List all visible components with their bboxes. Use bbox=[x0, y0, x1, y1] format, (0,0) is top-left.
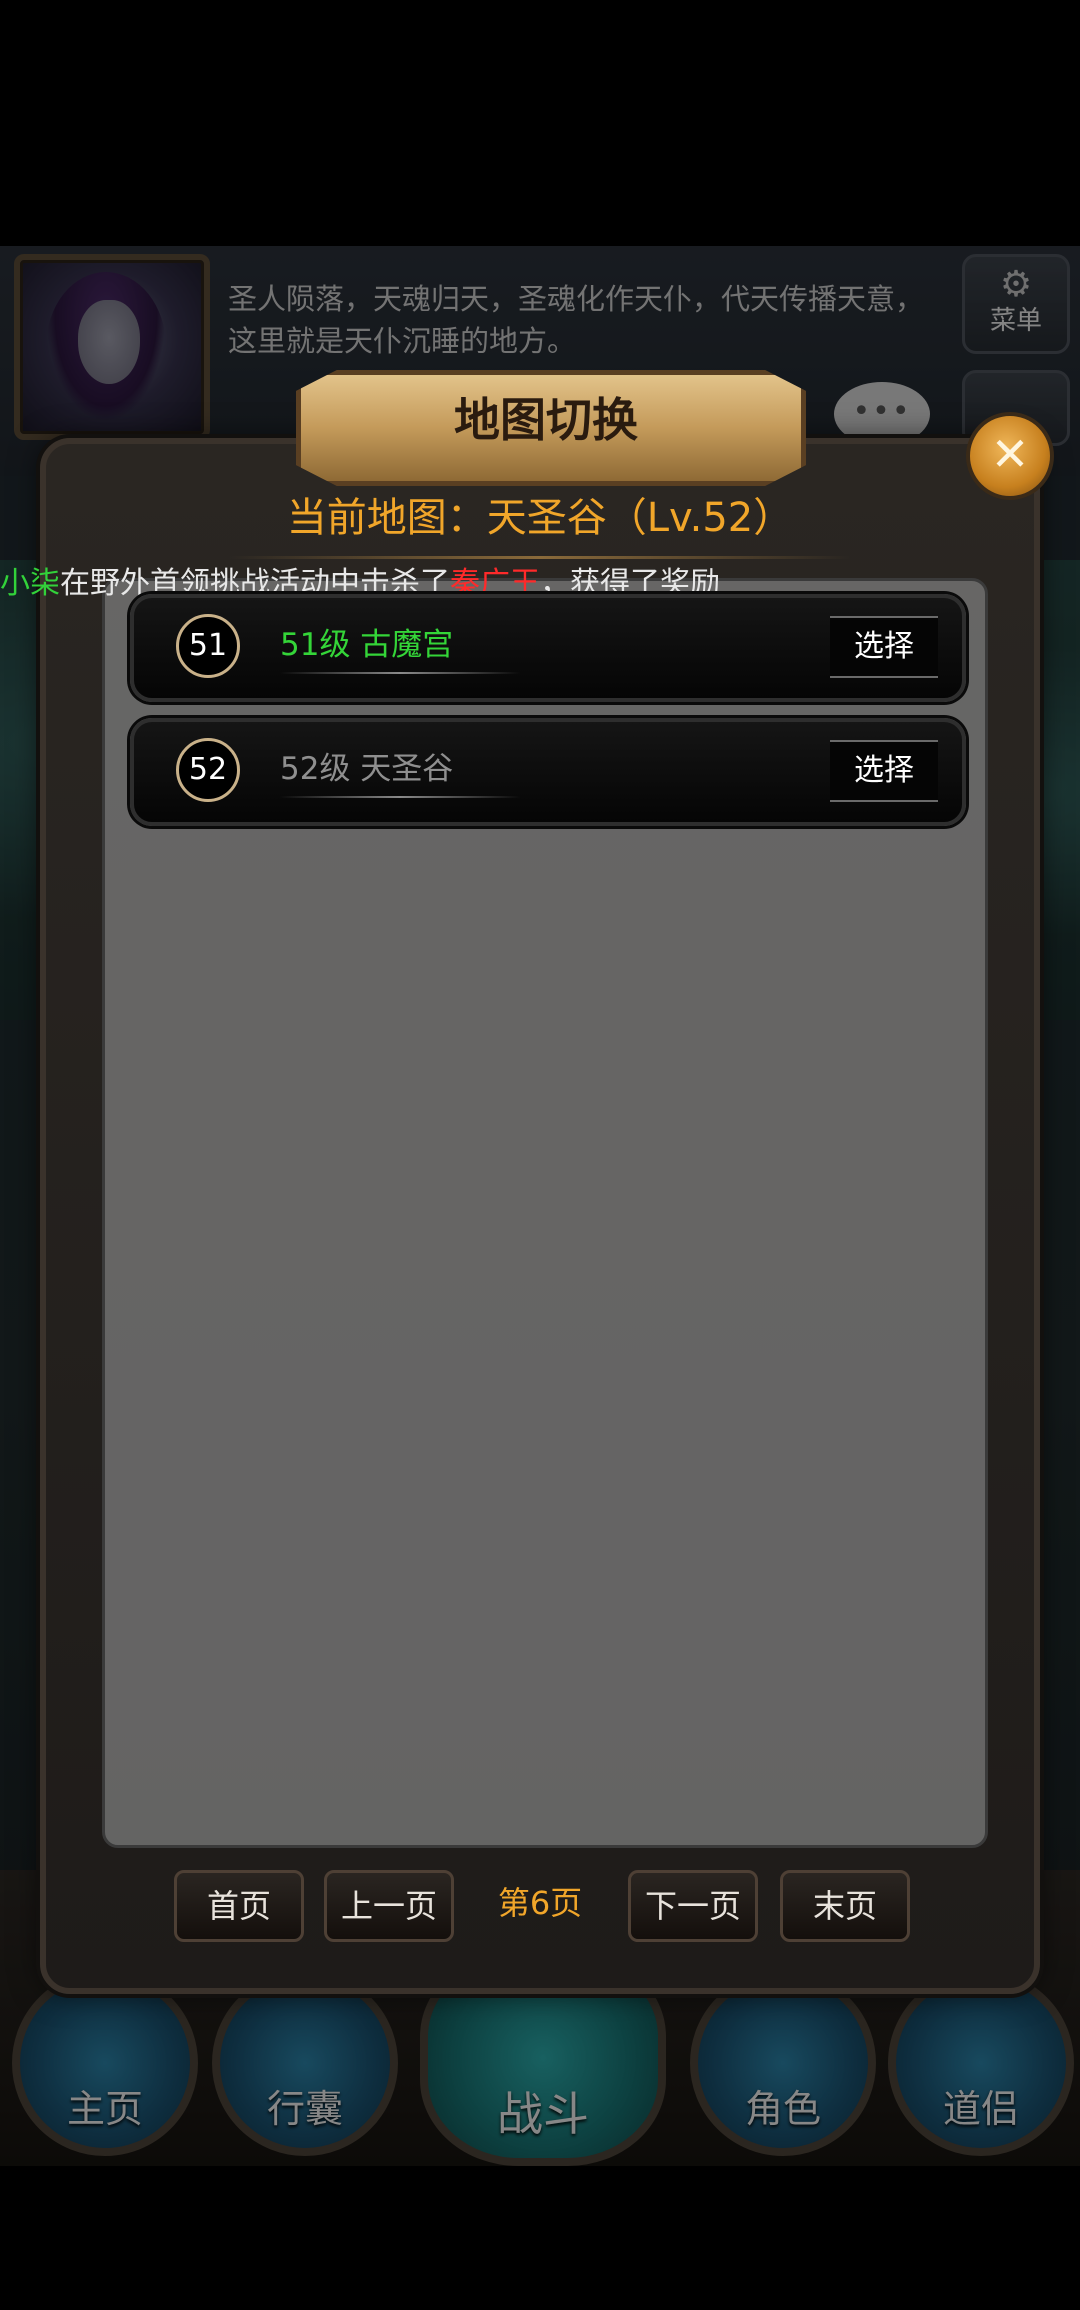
select-button[interactable]: 选择 bbox=[830, 616, 938, 678]
current-map-label: 当前地图：天圣谷（Lv.52） bbox=[286, 495, 794, 541]
map-row: 51 51级 古魔宫 选择 bbox=[130, 594, 966, 702]
select-button[interactable]: 选择 bbox=[830, 740, 938, 802]
level-badge: 51 bbox=[176, 614, 240, 678]
map-name: 52级 天圣谷 bbox=[280, 751, 454, 787]
divider bbox=[230, 556, 850, 559]
prev-page-button[interactable]: 上一页 bbox=[324, 1870, 454, 1942]
current-page-label: 第6页 bbox=[497, 1884, 583, 1922]
last-page-button[interactable]: 末页 bbox=[780, 1870, 910, 1942]
level-badge: 52 bbox=[176, 738, 240, 802]
divider bbox=[280, 796, 520, 798]
next-page-button[interactable]: 下一页 bbox=[628, 1870, 758, 1942]
divider bbox=[280, 672, 520, 674]
map-name: 51级 古魔宫 bbox=[280, 627, 454, 663]
broadcast-player: 小柒 bbox=[0, 566, 60, 601]
close-icon[interactable]: ✕ bbox=[966, 412, 1054, 500]
map-row: 52 52级 天圣谷 选择 bbox=[130, 718, 966, 826]
first-page-button[interactable]: 首页 bbox=[174, 1870, 304, 1942]
dialog-title: 地图切换 bbox=[454, 393, 638, 447]
